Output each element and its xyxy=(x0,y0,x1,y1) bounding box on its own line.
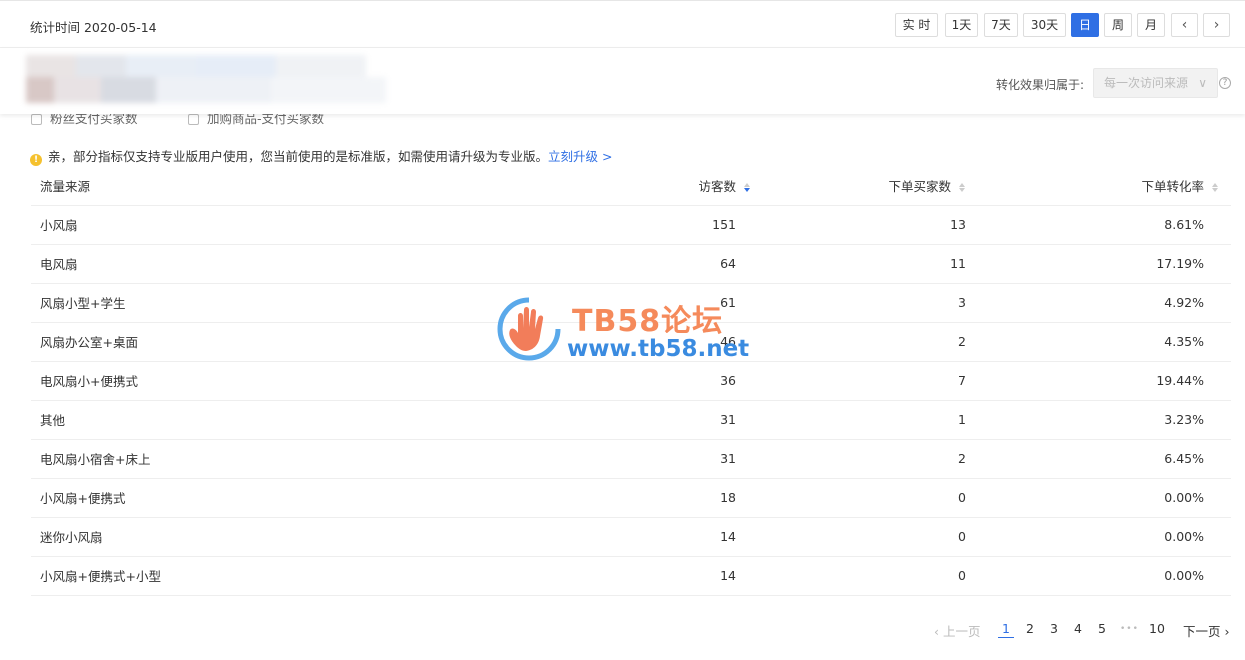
prev-date-button[interactable]: ‹ xyxy=(1171,13,1198,37)
chevron-down-icon: ∨ xyxy=(1198,76,1207,90)
cell-conversion: 4.92% xyxy=(966,283,1231,323)
top-bar: 统计时间 2020-05-14 实 时 1天 7天 30天 日 周 月 ‹ › xyxy=(0,0,1245,48)
cell-conversion: 0.00% xyxy=(966,478,1231,518)
table-row[interactable]: 迷你小风扇 14 0 0.00% xyxy=(31,517,1231,557)
table-row[interactable]: 电风扇 64 11 17.19% xyxy=(31,244,1231,284)
cell-visitors: 14 xyxy=(591,556,751,596)
cell-conversion: 3.23% xyxy=(966,400,1231,440)
cell-buyers: 11 xyxy=(751,244,966,284)
range-realtime-button[interactable]: 实 时 xyxy=(895,13,938,37)
cell-conversion: 19.44% xyxy=(966,361,1231,401)
help-icon[interactable]: ? xyxy=(1219,77,1231,89)
cell-conversion: 0.00% xyxy=(966,556,1231,596)
checkbox-box[interactable] xyxy=(31,114,42,125)
warning-icon: ! xyxy=(30,154,42,166)
pagination-prev[interactable]: ‹ 上一页 xyxy=(934,621,980,640)
cell-buyers: 0 xyxy=(751,556,966,596)
page-4[interactable]: 4 xyxy=(1074,621,1082,636)
cell-visitors: 46 xyxy=(591,322,751,362)
filter-panel: 转化效果归属于: 每一次访问来源 ∨ ? xyxy=(0,48,1245,114)
cell-buyers: 2 xyxy=(751,322,966,362)
col-header-label: 下单转化率 xyxy=(1141,178,1204,194)
cell-visitors: 14 xyxy=(591,517,751,557)
cell-visitors: 36 xyxy=(591,361,751,401)
cell-source: 电风扇小宿舍+床上 xyxy=(31,439,591,479)
cell-source: 小风扇+便携式+小型 xyxy=(31,556,591,596)
cell-buyers: 7 xyxy=(751,361,966,401)
range-7day-button[interactable]: 7天 xyxy=(984,13,1018,37)
sort-icon[interactable] xyxy=(1212,182,1219,193)
range-week-button[interactable]: 周 xyxy=(1104,13,1132,37)
range-month-button[interactable]: 月 xyxy=(1137,13,1165,37)
cell-buyers: 0 xyxy=(751,478,966,518)
col-header-visitors[interactable]: 访客数 xyxy=(591,166,751,206)
table-row[interactable]: 风扇办公室+桌面 46 2 4.35% xyxy=(31,322,1231,362)
page-10[interactable]: 10 xyxy=(1149,621,1165,636)
cell-visitors: 151 xyxy=(591,205,751,245)
col-header-label: 流量来源 xyxy=(40,178,91,194)
cell-source: 风扇办公室+桌面 xyxy=(31,322,591,362)
col-header-label: 下单买家数 xyxy=(888,178,951,194)
cell-source: 迷你小风扇 xyxy=(31,517,591,557)
sort-icon[interactable] xyxy=(744,182,751,193)
col-header-buyers[interactable]: 下单买家数 xyxy=(751,166,966,206)
page-3[interactable]: 3 xyxy=(1050,621,1058,636)
cell-source: 风扇小型+学生 xyxy=(31,283,591,323)
cell-buyers: 0 xyxy=(751,517,966,557)
attribution-value: 每一次访问来源 xyxy=(1104,76,1189,90)
next-date-button[interactable]: › xyxy=(1203,13,1230,37)
notice-text: 亲，部分指标仅支持专业版用户使用，您当前使用的是标准版，如需使用请升级为专业版。 xyxy=(48,149,549,164)
blurred-item-image xyxy=(26,55,391,105)
table-row[interactable]: 其他 31 1 3.23% xyxy=(31,400,1231,440)
attribution-select[interactable]: 每一次访问来源 ∨ xyxy=(1093,68,1218,98)
checkbox-box[interactable] xyxy=(188,114,199,125)
cell-source: 小风扇+便携式 xyxy=(31,478,591,518)
table-header-row: 流量来源 访客数 下单买家数 下单转化率 xyxy=(31,166,1231,206)
stat-time: 统计时间 2020-05-14 xyxy=(30,20,157,35)
table-row[interactable]: 小风扇+便携式 18 0 0.00% xyxy=(31,478,1231,518)
cell-visitors: 64 xyxy=(591,244,751,284)
table-row[interactable]: 风扇小型+学生 61 3 4.92% xyxy=(31,283,1231,323)
cell-visitors: 31 xyxy=(591,439,751,479)
cell-buyers: 1 xyxy=(751,400,966,440)
traffic-source-table: 流量来源 访客数 下单买家数 下单转化率 小风扇 151 13 8.61% 电风扇 64… xyxy=(31,166,1231,596)
page-2[interactable]: 2 xyxy=(1026,621,1034,636)
cell-conversion: 17.19% xyxy=(966,244,1231,284)
cell-conversion: 0.00% xyxy=(966,517,1231,557)
table-row[interactable]: 电风扇小宿舍+床上 31 2 6.45% xyxy=(31,439,1231,479)
cell-conversion: 6.45% xyxy=(966,439,1231,479)
upgrade-link[interactable]: 立刻升级 > xyxy=(548,149,612,164)
cell-source: 小风扇 xyxy=(31,205,591,245)
cell-conversion: 8.61% xyxy=(966,205,1231,245)
col-header-label: 访客数 xyxy=(698,178,736,194)
range-1day-button[interactable]: 1天 xyxy=(945,13,978,37)
table-row[interactable]: 电风扇小+便携式 36 7 19.44% xyxy=(31,361,1231,401)
cell-source: 电风扇小+便携式 xyxy=(31,361,591,401)
cell-conversion: 4.35% xyxy=(966,322,1231,362)
page-5[interactable]: 5 xyxy=(1098,621,1106,636)
range-30day-button[interactable]: 30天 xyxy=(1023,13,1066,37)
page-1[interactable]: 1 xyxy=(998,621,1014,638)
pagination-next[interactable]: 下一页 › xyxy=(1183,621,1229,640)
cell-buyers: 13 xyxy=(751,205,966,245)
col-header-conversion[interactable]: 下单转化率 xyxy=(966,166,1231,206)
table-row[interactable]: 小风扇 151 13 8.61% xyxy=(31,205,1231,245)
cell-visitors: 18 xyxy=(591,478,751,518)
pagination-ellipsis: ••• xyxy=(1120,624,1139,634)
sort-icon[interactable] xyxy=(959,182,966,193)
table-row[interactable]: 小风扇+便携式+小型 14 0 0.00% xyxy=(31,556,1231,596)
attribution-label: 转化效果归属于: xyxy=(996,78,1085,92)
cell-source: 电风扇 xyxy=(31,244,591,284)
col-header-source: 流量来源 xyxy=(31,166,591,206)
cell-visitors: 31 xyxy=(591,400,751,440)
cell-source: 其他 xyxy=(31,400,591,440)
cell-buyers: 2 xyxy=(751,439,966,479)
upgrade-notice: ! 亲，部分指标仅支持专业版用户使用，您当前使用的是标准版，如需使用请升级为专业版… xyxy=(30,146,612,166)
range-day-button[interactable]: 日 xyxy=(1071,13,1099,37)
cell-visitors: 61 xyxy=(591,283,751,323)
cell-buyers: 3 xyxy=(751,283,966,323)
